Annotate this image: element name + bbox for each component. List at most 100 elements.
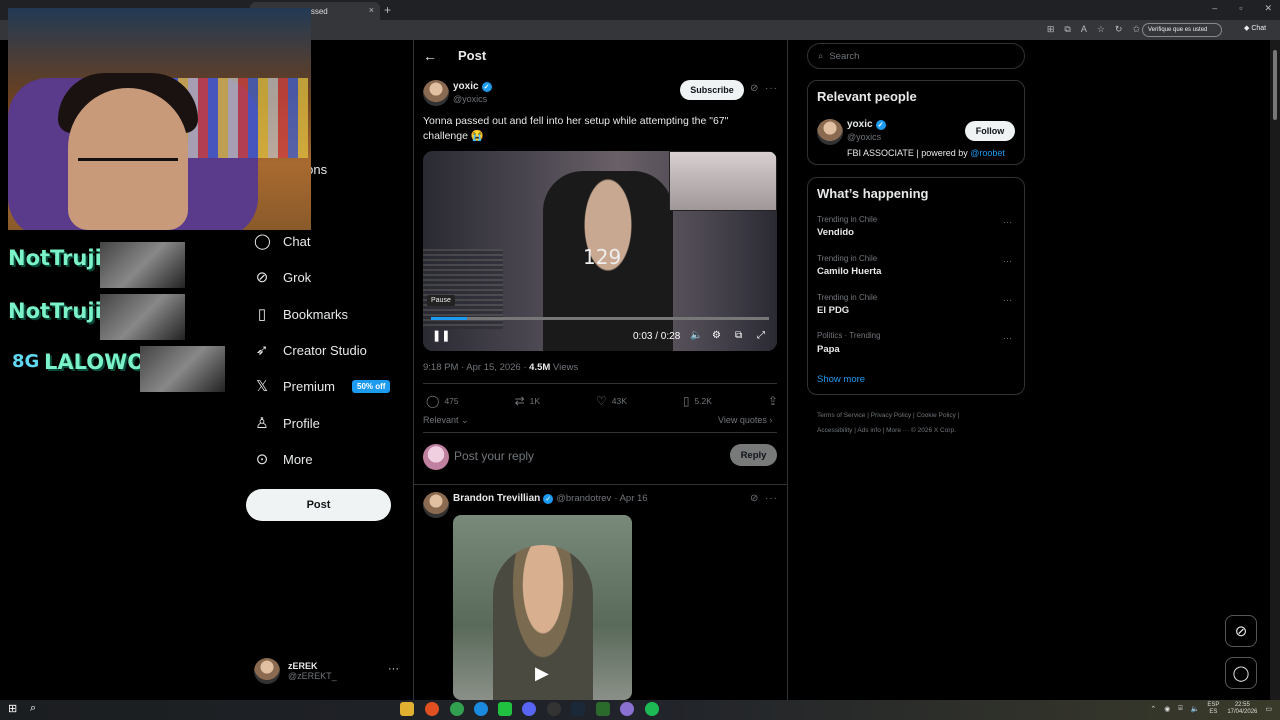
nav-grok[interactable]: ⊘ Grok [254,268,311,286]
settings-icon[interactable]: ⚙ [712,330,721,341]
play-icon[interactable]: ▶ [535,663,549,684]
network-icon[interactable]: ⌸ [1178,705,1182,713]
read-aloud-icon[interactable]: A [1081,24,1087,35]
volume-icon[interactable]: 🔈 [1191,705,1200,713]
relevant-person-bio: FBI ASSOCIATE | powered by @roobet [847,148,1005,158]
nav-chat[interactable]: ◯ Chat [254,232,310,250]
tray-chevron-icon[interactable]: ⌃ [1150,705,1156,713]
app2-icon[interactable] [620,702,634,716]
steam-icon[interactable] [571,702,585,716]
language-indicator[interactable]: ESP ES [1207,702,1219,716]
reply-author-name[interactable]: Brandon Trevillian [453,493,540,504]
extensions-icon[interactable]: ⧉ [1064,24,1070,35]
show-more-link[interactable]: Show more [817,374,865,385]
account-more-icon[interactable]: ··· [388,663,399,675]
fullscreen-icon[interactable]: ⤢ [757,330,765,341]
spotify-icon[interactable] [645,702,659,716]
verify-button[interactable]: Verifique que es usted [1142,23,1222,37]
post-button[interactable]: Post [246,489,391,521]
nav-creator-studio[interactable]: ➶ Creator Studio [254,341,367,359]
pause-icon[interactable]: ❚❚ [432,329,450,342]
account-switcher[interactable]: zEREK @zEREKT_ [254,658,337,684]
edge-icon[interactable] [474,702,488,716]
nav-profile[interactable]: ♙ Profile [254,414,320,432]
grok-explain-icon[interactable]: ⊘ [750,493,758,504]
reply-date[interactable]: · Apr 16 [614,493,647,504]
trend-more-icon[interactable]: ··· [1003,256,1012,266]
maximize-button[interactable]: ▫ [1239,3,1242,14]
chrome-icon[interactable] [450,702,464,716]
grok-fab[interactable]: ⊘ [1225,615,1257,647]
windows-start-icon[interactable]: ⊞ [8,702,17,715]
trend-item[interactable]: Papa [817,344,840,355]
trend-more-icon[interactable]: ··· [1003,295,1012,305]
author-avatar[interactable] [423,80,449,106]
tweet-text: Yonna passed out and fell into her setup… [423,115,729,142]
trend-more-icon[interactable]: ··· [1003,333,1012,343]
bookmark-action[interactable]: ▯ 5.2K [683,394,712,408]
tray-app-icon[interactable]: ◉ [1164,705,1170,713]
reply-video[interactable]: ▶ [453,515,632,700]
subscribe-button[interactable]: Subscribe [680,80,744,100]
kick-icon[interactable] [498,702,512,716]
author-name[interactable]: yoxic ✓ [453,81,492,92]
browser-chat-button[interactable]: ◆ Chat [1244,24,1266,32]
obs-icon[interactable] [547,702,561,716]
author-handle[interactable]: @yoxics [453,94,487,104]
refresh-ext-icon[interactable]: ↻ [1115,24,1123,35]
nav-premium[interactable]: 𝕏 Premium 50% off [254,377,391,395]
trend-more-icon[interactable]: ··· [1003,217,1012,227]
search-icon[interactable]: ⌕ [30,702,36,715]
reply-input[interactable]: Post your reply [454,449,534,463]
messages-fab[interactable]: ◯ [1225,657,1257,689]
reply-author-handle[interactable]: @brandotrev [556,493,611,504]
reply-button[interactable]: Reply [730,444,777,466]
discord-icon[interactable] [522,702,536,716]
tweet-more-icon[interactable]: ··· [765,83,778,94]
reply-action[interactable]: ◯ 475 [426,394,459,408]
pause-tooltip: Pause [427,295,455,306]
back-arrow-icon[interactable]: ← [423,48,437,64]
video-player[interactable]: 129 Pause ❚❚ 0:03 / 0:28 🔈 ⚙ ⧉ ⤢ [423,151,777,351]
reply-more-icon[interactable]: ··· [765,493,778,504]
page-scrollbar[interactable] [1270,40,1280,700]
tweet-timestamp[interactable]: 9:18 PM · Apr 15, 2026 · [423,362,529,373]
new-tab-button[interactable]: + [384,3,391,17]
video-progress[interactable] [431,317,769,320]
nav-bookmarks[interactable]: ▯ Bookmarks [254,305,348,323]
search-input[interactable]: ⌕ Search [807,43,1025,69]
footer-links-1[interactable]: Terms of Service | Privacy Policy | Cook… [817,408,1017,423]
pip-icon[interactable]: ⧉ [735,330,742,341]
bio-link[interactable]: @roobet [970,148,1005,158]
relevant-person-name[interactable]: yoxic ✓ [847,119,886,130]
trend-item[interactable]: Camilo Huerta [817,266,881,277]
view-quotes-link[interactable]: View quotes › [718,415,772,425]
notification-icon[interactable]: ▭ [1265,705,1272,713]
clock[interactable]: 22:55 17/04/2026 [1227,702,1257,716]
tab-close-icon[interactable]: × [369,5,374,15]
minimize-button[interactable]: – [1212,3,1217,14]
repost-action[interactable]: ⇄ 1K [515,394,540,408]
grok-icon: ⊘ [1234,623,1248,640]
app-icon[interactable] [596,702,610,716]
close-window-button[interactable]: ✕ [1264,3,1272,14]
reply-sort-dropdown[interactable]: Relevant ⌄ [423,415,469,426]
favorite-icon[interactable]: ☆ [1097,24,1105,35]
trend-item[interactable]: Vendido [817,227,854,238]
grok-explain-icon[interactable]: ⊘ [750,83,758,94]
share-action[interactable]: ⇪ [768,394,778,408]
nav-more[interactable]: ⊙ More [254,450,313,468]
reply-author-avatar[interactable] [423,492,449,518]
volume-icon[interactable]: 🔈 [690,330,702,341]
relevant-person-avatar[interactable] [817,119,843,145]
follow-button[interactable]: Follow [965,121,1015,141]
translate-icon[interactable]: ⊞ [1047,24,1055,35]
firefox-icon[interactable] [425,702,439,716]
scrollbar-thumb[interactable] [1273,50,1277,120]
author-name-text: yoxic [453,81,479,92]
footer-links-2[interactable]: Accessibility | Ads info | More ··· © 20… [817,423,1017,438]
star-icon[interactable]: ✩ [1132,24,1140,35]
like-action[interactable]: ♡ 43K [596,394,627,408]
file-explorer-icon[interactable] [400,702,414,716]
trend-item[interactable]: El PDG [817,305,849,316]
